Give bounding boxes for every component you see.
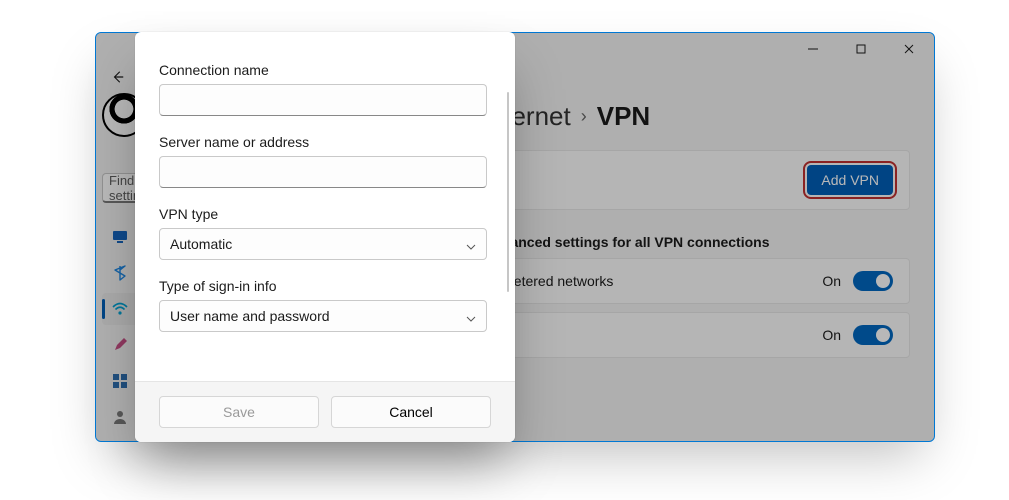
brush-icon — [112, 337, 128, 353]
signin-type-select[interactable]: User name and password — [159, 300, 487, 332]
chevron-right-icon: › — [581, 106, 587, 127]
vpn-type-select[interactable]: Automatic — [159, 228, 487, 260]
save-button[interactable]: Save — [159, 396, 319, 428]
dialog-footer: Save Cancel — [135, 381, 515, 442]
connection-name-label: Connection name — [159, 62, 487, 78]
toggle-switch[interactable] — [853, 271, 893, 291]
signin-type-label: Type of sign-in info — [159, 278, 487, 294]
server-label: Server name or address — [159, 134, 487, 150]
breadcrumb: internet › VPN — [484, 101, 910, 132]
chevron-down-icon — [466, 239, 476, 249]
person-icon — [112, 409, 128, 425]
bluetooth-icon — [112, 265, 128, 281]
add-vpn-dialog: Connection name Server name or address V… — [135, 32, 515, 442]
signin-type-value: User name and password — [170, 308, 330, 324]
vpn-type-value: Automatic — [170, 236, 232, 252]
toggle-state: On — [822, 273, 841, 289]
row-roaming[interactable]: Allow VPN while roaming On — [484, 312, 910, 358]
cancel-button[interactable]: Cancel — [331, 396, 491, 428]
dialog-body: Connection name Server name or address V… — [135, 32, 515, 381]
window-controls — [790, 33, 934, 65]
breadcrumb-current: VPN — [597, 101, 650, 132]
toggle-state: On — [822, 327, 841, 343]
minimize-button[interactable] — [790, 33, 836, 65]
toggle-switch[interactable] — [853, 325, 893, 345]
close-button[interactable] — [886, 33, 932, 65]
row-label: Allow VPN over metered networks — [501, 273, 613, 289]
vpn-type-label: VPN type — [159, 206, 487, 222]
vpn-connections-panel: VPN connections Add VPN — [484, 150, 910, 210]
wifi-icon — [112, 301, 128, 317]
connection-name-input[interactable] — [159, 84, 487, 116]
apps-icon — [112, 373, 128, 389]
chevron-down-icon — [466, 311, 476, 321]
maximize-button[interactable] — [838, 33, 884, 65]
row-metered[interactable]: Allow VPN over metered networks On — [484, 258, 910, 304]
back-button[interactable] — [108, 67, 128, 87]
server-input[interactable] — [159, 156, 487, 188]
advanced-settings-header: Advanced settings for all VPN connection… — [484, 234, 910, 250]
system-icon — [112, 229, 128, 245]
add-vpn-button[interactable]: Add VPN — [807, 165, 893, 195]
